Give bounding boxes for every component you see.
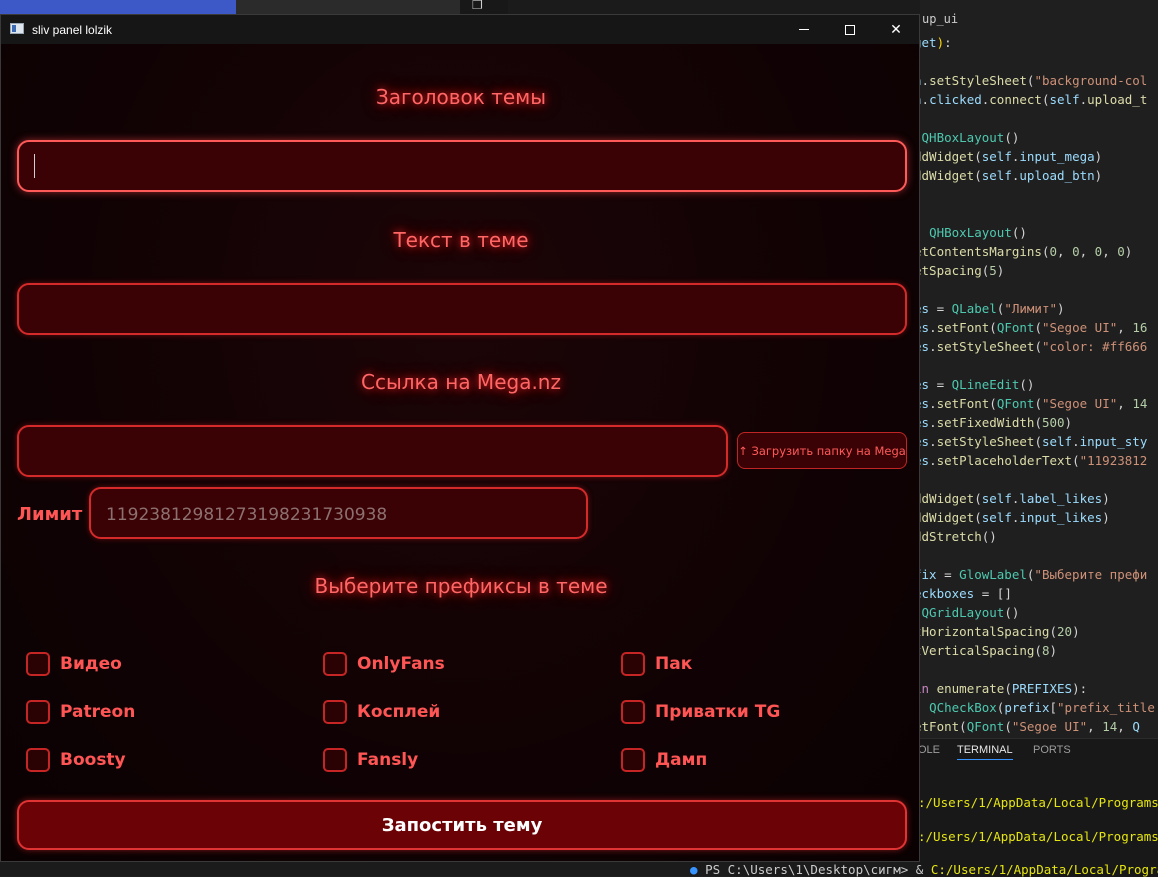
window-title: sliv panel lolzik [32, 23, 113, 37]
app-window: sliv panel lolzik ✕ Заголовок темы Текст… [0, 14, 920, 862]
prefix-checkbox-patreon[interactable]: Patreon [26, 700, 135, 724]
topic-title-input[interactable] [17, 140, 907, 192]
code-line: tHorizontalSpacing(20) [914, 624, 1080, 639]
submit-topic-button[interactable]: Запостить тему [17, 800, 907, 850]
upload-to-mega-button[interactable]: ↑ Загрузить папку на Mega [737, 432, 907, 469]
code-line: es.setStyleSheet(self.input_sty [914, 434, 1148, 449]
checkbox-box[interactable] [26, 700, 50, 724]
terminal-prompt-line: ● PS C:\Users\1\Desktop\сигм> & C:/Users… [690, 862, 1158, 877]
mega-link-label: Ссылка на Mega.nz [361, 370, 561, 394]
code-line: fix = GlowLabel("Выберите префи [914, 567, 1148, 582]
prefix-label: Пак [655, 654, 693, 674]
mega-link-input[interactable] [17, 425, 728, 477]
close-icon: ✕ [890, 21, 902, 37]
code-line: es.setFont(QFont("Segoe UI", 14 [914, 396, 1148, 411]
prefix-label: Boosty [60, 750, 126, 770]
panel-tab-ports[interactable]: PORTS [1033, 744, 1071, 756]
close-button[interactable]: ✕ [873, 15, 919, 44]
limit-input[interactable]: 11923812981273198231730938 [89, 487, 588, 539]
terminal-prompt: PS C:\Users\1\Desktop\сигм> & [705, 862, 931, 877]
checkbox-box[interactable] [621, 652, 645, 676]
checkbox-box[interactable] [323, 700, 347, 724]
window-titlebar[interactable]: sliv panel lolzik ✕ [1, 15, 919, 44]
prefix-label: OnlyFans [357, 654, 445, 674]
code-line: n.setStyleSheet("background-col [914, 73, 1148, 88]
terminal-path: :/Users/1/AppData/Local/Programs/P [918, 829, 1158, 844]
terminal-command-path: C:/Users/1/AppData/Local/Programs/P [930, 862, 1158, 877]
prefix-checkbox-cosplay[interactable]: Косплей [323, 700, 440, 724]
code-line: es.setPlaceholderText("11923812 [914, 453, 1148, 468]
checkbox-box[interactable] [323, 652, 347, 676]
prefix-checkbox-video[interactable]: Видео [26, 652, 122, 676]
code-line: ddWidget(self.label_likes) [914, 491, 1110, 506]
editor-tab-title[interactable]: up_ui [922, 12, 958, 26]
prefix-checkbox-fansly[interactable]: Fansly [323, 748, 418, 772]
code-line: QHBoxLayout() [921, 130, 1020, 145]
prefix-checkbox-pack[interactable]: Пак [621, 652, 692, 676]
code-line: etFont(QFont("Segoe UI", 14, Q [914, 719, 1140, 734]
prefix-checkbox-onlyfans[interactable]: OnlyFans [323, 652, 445, 676]
maximize-icon [845, 24, 855, 35]
checkbox-box[interactable] [26, 748, 50, 772]
topic-text-label: Текст в теме [393, 228, 529, 252]
minimize-button[interactable] [781, 15, 827, 44]
code-line: es.setStyleSheet("color: #ff666 [914, 339, 1148, 354]
code-line: es = QLabel("Лимит") [914, 301, 1065, 316]
code-line: ddStretch() [914, 529, 997, 544]
explorer-icon[interactable]: ❐ [472, 0, 494, 12]
checkbox-box[interactable] [621, 748, 645, 772]
code-line: QGridLayout() [921, 605, 1020, 620]
maximize-button[interactable] [827, 15, 873, 44]
code-line: in enumerate(PREFIXES): [914, 681, 1088, 696]
prefix-label: Patreon [60, 702, 136, 722]
topic-title-label: Заголовок темы [375, 85, 547, 109]
prefix-checkbox-private-tg[interactable]: Приватки TG [621, 700, 780, 724]
code-line: ddWidget(self.input_likes) [914, 510, 1110, 525]
limit-label: Лимит [17, 504, 83, 525]
text-caret [34, 154, 35, 178]
code-line: QHBoxLayout() [929, 225, 1027, 240]
terminal-path: :/Users/1/AppData/Local/Programs/P [918, 795, 1158, 810]
topic-text-input[interactable] [17, 283, 907, 335]
code-line: eckboxes = [] [914, 586, 1012, 601]
background-taskbar-strip [0, 0, 460, 14]
prefix-checkbox-dump[interactable]: Дамп [621, 748, 707, 772]
code-line: n.clicked.connect(self.upload_t [914, 92, 1148, 107]
code-line: es = QLineEdit() [914, 377, 1035, 392]
prefix-label: Fansly [357, 750, 419, 770]
minimize-icon [799, 29, 809, 30]
prefix-section-label: Выберите префиксы в теме [314, 574, 608, 598]
panel-tab-terminal[interactable]: TERMINAL [957, 744, 1013, 760]
prefix-label: Приватки TG [655, 702, 781, 722]
terminal-status-dot-icon: ● [690, 862, 698, 877]
terminal-line: :/Users/1/AppData/Local/Programs/P [918, 829, 1158, 844]
checkbox-box[interactable] [26, 652, 50, 676]
code-line: etContentsMargins(0, 0, 0, 0) [914, 244, 1133, 259]
prefix-label: Видео [60, 654, 122, 674]
prefix-label: Косплей [357, 702, 441, 722]
code-line: ddWidget(self.input_mega) [914, 149, 1103, 164]
code-line: QCheckBox(prefix["prefix_title [929, 700, 1155, 715]
app-icon [10, 23, 24, 34]
panel-tab-console[interactable]: OLE [918, 744, 940, 756]
code-line: ddWidget(self.upload_btn) [914, 168, 1103, 183]
checkbox-box[interactable] [323, 748, 347, 772]
prefix-label: Дамп [655, 750, 708, 770]
background-accent-block [0, 0, 236, 14]
code-line: es.setFont(QFont("Segoe UI", 16 [914, 320, 1148, 335]
terminal-line: :/Users/1/AppData/Local/Programs/P [918, 795, 1158, 810]
limit-placeholder: 11923812981273198231730938 [106, 505, 388, 525]
prefix-checkbox-boosty[interactable]: Boosty [26, 748, 126, 772]
code-line: tVerticalSpacing(8) [914, 643, 1058, 658]
checkbox-box[interactable] [621, 700, 645, 724]
code-line: etSpacing(5) [914, 263, 1005, 278]
code-line: es.setFixedWidth(500) [914, 415, 1073, 430]
